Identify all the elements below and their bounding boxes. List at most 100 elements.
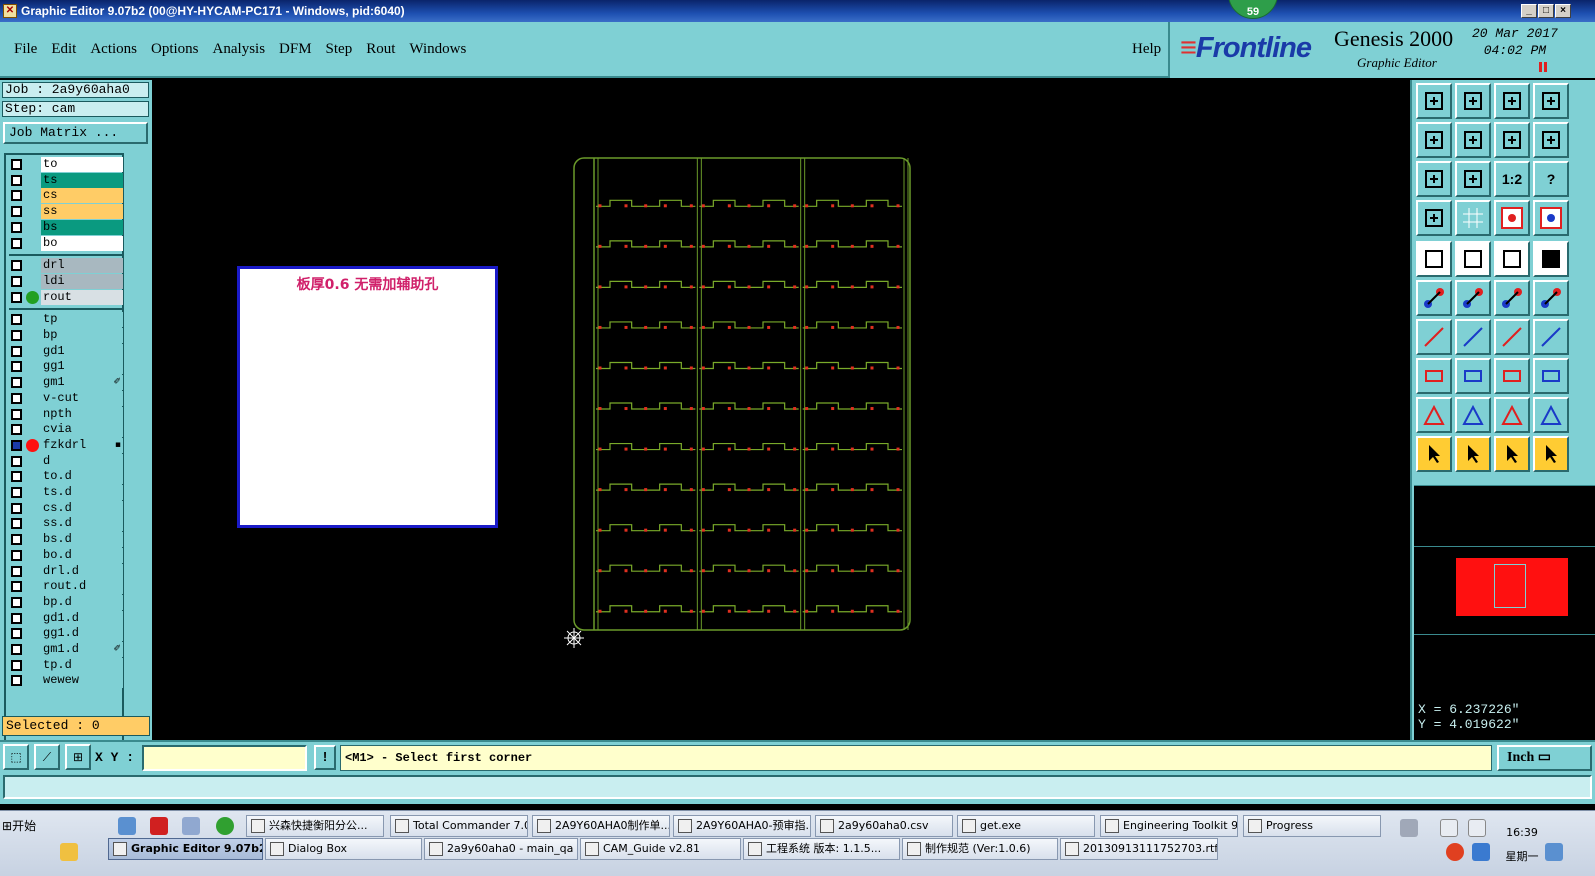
layer-row-bp.d[interactable]: bp.d: [9, 594, 123, 610]
connect-icon[interactable]: [1416, 280, 1452, 316]
group-icon[interactable]: [1533, 358, 1569, 394]
taskbar-item[interactable]: get.exe: [957, 815, 1095, 837]
xy-input[interactable]: [142, 745, 307, 771]
overview-map[interactable]: [1414, 485, 1595, 700]
layer-checkbox[interactable]: [11, 206, 22, 218]
layer-checkbox[interactable]: [11, 644, 22, 655]
taskbar-item[interactable]: Total Commander 7.0...: [390, 815, 528, 837]
grid-icon[interactable]: [1455, 200, 1491, 236]
maximize-button[interactable]: □: [1538, 4, 1554, 18]
layer-checkbox[interactable]: [11, 502, 22, 514]
layer-row-gm1[interactable]: gm1 ✐: [9, 375, 123, 391]
browser-icon[interactable]: [216, 817, 234, 835]
select-red-icon[interactable]: [1455, 436, 1491, 472]
swap-icon[interactable]: [1494, 122, 1530, 158]
layer-checkbox[interactable]: [11, 518, 22, 530]
layer-checkbox[interactable]: [11, 174, 22, 186]
system-clock[interactable]: 16:39 星期一: [1492, 821, 1552, 869]
calc-icon[interactable]: [182, 817, 200, 835]
taskbar-item[interactable]: 兴森快捷衡阳分公...: [246, 815, 384, 837]
fit-icon[interactable]: [1416, 161, 1452, 197]
layer-checkbox[interactable]: [11, 565, 22, 577]
layer-checkbox[interactable]: [11, 612, 22, 624]
menu-rout[interactable]: Rout: [366, 41, 395, 58]
layer-checkbox[interactable]: [11, 330, 22, 341]
layer-checkbox[interactable]: [11, 190, 22, 202]
layer-checkbox[interactable]: [11, 275, 22, 287]
menu-edit[interactable]: Edit: [51, 41, 76, 58]
layer-row-to.d[interactable]: to.d: [9, 469, 123, 485]
layer-row-cvia[interactable]: cvia: [9, 422, 123, 438]
menu-dfm[interactable]: DFM: [279, 41, 312, 58]
menu-step[interactable]: Step: [326, 41, 353, 58]
quicklaunch-icon[interactable]: [60, 843, 78, 861]
menu-help[interactable]: Help: [1132, 41, 1161, 58]
pdf-icon[interactable]: [150, 817, 168, 835]
show-desktop-icon[interactable]: [1545, 843, 1563, 861]
layer-checkbox[interactable]: [11, 221, 22, 233]
layer-row-fzkdrl[interactable]: fzkdrl ▪: [9, 437, 123, 453]
taskbar-item[interactable]: 工程系统 版本: 1.1.5...: [743, 838, 900, 860]
triangle-blue-icon[interactable]: [1494, 397, 1530, 433]
edit-shape-icon[interactable]: [1455, 241, 1491, 277]
start-button[interactable]: ⊞开始: [0, 814, 46, 838]
layer-row-rout[interactable]: rout: [9, 289, 123, 305]
layer-row-bs[interactable]: bs: [9, 219, 123, 235]
note-box[interactable]: 板厚0.6 无需加辅助孔: [237, 266, 498, 528]
taskbar-item[interactable]: Graphic Editor 9.07b2 ...: [108, 838, 263, 860]
taskbar-item[interactable]: 2a9y60aha0 - main_qa: [424, 838, 578, 860]
layer-row-v-cut[interactable]: v-cut: [9, 390, 123, 406]
line-red-icon[interactable]: [1416, 319, 1452, 355]
layer-row-rout.d[interactable]: rout.d: [9, 579, 123, 595]
zoom-fit-icon[interactable]: [1455, 161, 1491, 197]
layer-row-cs[interactable]: cs: [9, 188, 123, 204]
menu-windows[interactable]: Windows: [409, 41, 466, 58]
layer-row-cs.d[interactable]: cs.d: [9, 500, 123, 516]
layer-checkbox[interactable]: [11, 314, 22, 326]
layer-checkbox[interactable]: [11, 408, 22, 420]
snap-red-icon[interactable]: [1494, 200, 1530, 236]
triangle-cut-icon[interactable]: [1533, 397, 1569, 433]
layer-checkbox[interactable]: [11, 455, 22, 467]
layer-row-tp.d[interactable]: tp.d: [9, 657, 123, 673]
line-cut-icon[interactable]: [1455, 358, 1491, 394]
select-icon[interactable]: [1416, 436, 1452, 472]
layer-row-to[interactable]: to: [9, 157, 123, 172]
home-icon[interactable]: [1494, 83, 1530, 119]
layer-row-npth[interactable]: npth: [9, 406, 123, 422]
arrow-red-icon[interactable]: [1494, 280, 1530, 316]
taskbar-item[interactable]: 2A9Y60AHA0-预审指...: [673, 815, 811, 837]
layer-checkbox[interactable]: [11, 628, 22, 640]
layer-row-bo.d[interactable]: bo.d: [9, 547, 123, 563]
measure-icon[interactable]: [1494, 358, 1530, 394]
layer-row-ts.d[interactable]: ts.d: [9, 485, 123, 500]
taskbar-item[interactable]: Dialog Box: [265, 838, 422, 860]
job-matrix-button[interactable]: Job Matrix ...: [3, 122, 148, 144]
layer-row-gg1.d[interactable]: gg1.d: [9, 626, 123, 642]
layer-checkbox[interactable]: [11, 392, 22, 404]
grid-tool-icon[interactable]: ⊞: [65, 744, 91, 770]
line-blue-icon[interactable]: [1455, 319, 1491, 355]
layer-checkbox[interactable]: [11, 377, 22, 389]
ruler-icon[interactable]: [1494, 241, 1530, 277]
layer-row-ss[interactable]: ss: [9, 204, 123, 220]
help-icon[interactable]: ?: [1533, 161, 1569, 197]
minimize-button[interactable]: _: [1521, 4, 1537, 18]
tray-volume-icon[interactable]: [1468, 819, 1486, 837]
flip-icon[interactable]: [1533, 122, 1569, 158]
step-left-icon[interactable]: [1416, 122, 1452, 158]
taskbar-item[interactable]: 2a9y60aha0.csv: [815, 815, 953, 837]
select-net-icon[interactable]: [1533, 436, 1569, 472]
select-frame-icon[interactable]: [1494, 436, 1530, 472]
tray-network-icon[interactable]: [1440, 819, 1458, 837]
taskbar-item[interactable]: Progress: [1243, 815, 1381, 837]
step-right-icon[interactable]: [1455, 122, 1491, 158]
mirror-icon[interactable]: [1533, 319, 1569, 355]
tray-app2-icon[interactable]: [1472, 843, 1490, 861]
layer-row-ss.d[interactable]: ss.d: [9, 516, 123, 532]
layer-row-gg1[interactable]: gg1: [9, 359, 123, 375]
zoom-box-icon[interactable]: ⬚: [3, 744, 29, 770]
close-button[interactable]: ×: [1555, 4, 1571, 18]
triangle-red-icon[interactable]: [1416, 397, 1452, 433]
config-icon[interactable]: [1416, 200, 1452, 236]
